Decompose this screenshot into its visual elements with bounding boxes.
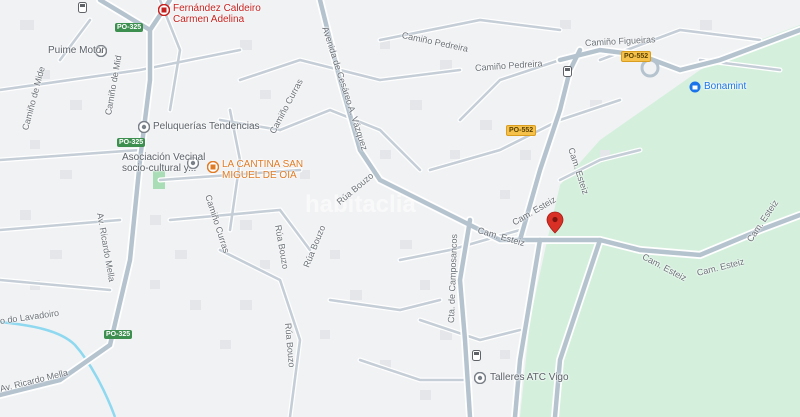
bus-stop-icon[interactable] [563, 64, 572, 82]
shopping-bag-icon [689, 81, 701, 93]
fernandez-marker[interactable] [157, 3, 171, 21]
poi-label-line: socio-cultural y... [122, 163, 197, 174]
cantina-marker[interactable] [206, 160, 220, 178]
restaurant-pin-icon [157, 3, 171, 17]
restaurant-pin-icon [206, 160, 220, 174]
bus-stop-icon[interactable] [472, 348, 481, 366]
talleres-marker[interactable] [473, 371, 487, 389]
roundabout [640, 58, 660, 78]
poi-label-asociacion[interactable]: Asociación Vecinal socio-cultural y... [122, 152, 205, 174]
peluquerias-marker[interactable] [137, 120, 151, 138]
poi-label-puime[interactable]: Puime Motor [48, 45, 105, 56]
poi-label-line: Fernández Caldeiro [173, 3, 261, 14]
poi-label-bonamint[interactable]: Bonamint [704, 81, 746, 92]
repair-pin-icon [473, 371, 487, 385]
road-badge-po325: PO-325 [115, 23, 144, 32]
map-watermark: habitaclia [305, 191, 416, 218]
poi-label-line: Carmen Adelina [173, 14, 245, 25]
map-canvas[interactable]: habitaclia Fernández Caldeiro Carmen Ade… [0, 0, 800, 417]
poi-label-talleres[interactable]: Talleres ATC Vigo [490, 372, 569, 383]
poi-label-cantina[interactable]: LA CANTINA SAN MIGUEL DE OIA [222, 159, 303, 181]
poi-label-peluquerias[interactable]: Peluquerías Tendencias [153, 121, 260, 132]
poi-label-line: Asociación Vecinal [122, 152, 206, 163]
road-badge-po552: PO-552 [621, 51, 652, 62]
shop-pin-icon [137, 120, 151, 134]
poi-label-fernandez[interactable]: Fernández Caldeiro Carmen Adelina [173, 3, 261, 25]
road-badge-po552: PO-552 [506, 125, 537, 136]
poi-label-line: MIGUEL DE OIA [222, 170, 297, 181]
road-badge-po325: PO-325 [104, 330, 133, 339]
road-badge-po325: PO-325 [117, 138, 146, 147]
bus-stop-icon[interactable] [78, 0, 87, 18]
bonamint-marker[interactable] [689, 80, 701, 98]
poi-label-line: LA CANTINA SAN [222, 159, 304, 170]
